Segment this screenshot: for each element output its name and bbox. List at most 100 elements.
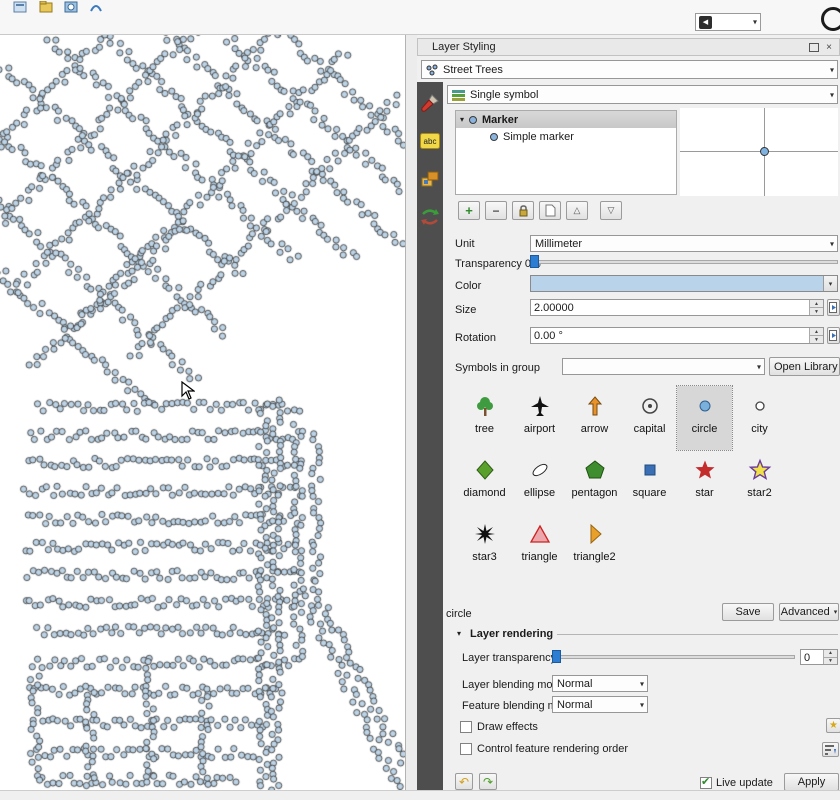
symbol-cell-capital[interactable]: capital (622, 386, 677, 450)
close-panel-icon[interactable]: × (823, 41, 835, 53)
move-down-button[interactable]: ▽ (600, 201, 622, 220)
symbol-label: ellipse (524, 487, 555, 499)
duplicate-symbol-layer-button[interactable] (539, 201, 561, 220)
symbol-label: diamond (463, 487, 505, 499)
transparency-slider[interactable] (530, 254, 838, 270)
styling-tab-strip: abc (417, 82, 443, 790)
symbols-group-combo[interactable]: ▾ (562, 358, 765, 375)
color-menu-arrow[interactable]: ▾ (823, 276, 837, 291)
toolbar-icon-3[interactable] (63, 0, 79, 13)
single-symbol-icon (452, 89, 465, 101)
panel-splitter[interactable] (406, 35, 417, 790)
symbol-cell-triangle[interactable]: triangle (512, 514, 567, 578)
override-icon (829, 302, 838, 313)
unit-combo[interactable]: Millimeter ▾ (530, 235, 838, 252)
symbol-cell-tree[interactable]: tree (457, 386, 512, 450)
spin-down-icon[interactable]: ▼ (810, 308, 823, 315)
symbol-name-label: circle (446, 608, 472, 620)
renderer-combo[interactable]: Single symbol ▾ (447, 85, 838, 104)
size-label: Size (455, 304, 476, 316)
symbol-label: star3 (472, 551, 496, 563)
symbol-label: triangle2 (573, 551, 615, 563)
slider-groove (552, 655, 795, 659)
symbol-cell-ellipse[interactable]: ellipse (512, 450, 567, 514)
symbol-cell-pentagon[interactable]: pentagon (567, 450, 622, 514)
color-button[interactable]: ▾ (530, 275, 838, 292)
tab-history[interactable] (419, 206, 441, 228)
tab-symbology[interactable] (419, 92, 441, 114)
symbol-cell-airport[interactable]: airport (512, 386, 567, 450)
layer-transparency-value: 0 (801, 650, 823, 664)
apply-button[interactable]: Apply (784, 773, 839, 791)
tree-row-simple-marker[interactable]: Simple marker (456, 128, 676, 145)
color-label: Color (455, 280, 481, 292)
symbol-cell-triangle2[interactable]: triangle2 (567, 514, 622, 578)
chevron-down-icon: ▾ (830, 239, 834, 248)
open-library-button[interactable]: Open Library (769, 357, 840, 376)
add-symbol-layer-button[interactable]: + (458, 201, 480, 220)
group-divider (557, 634, 838, 635)
rotation-spinbox[interactable]: 0.00 ° ▲ ▼ (530, 327, 824, 344)
symbol-cell-star2[interactable]: star2 (732, 450, 787, 514)
control-order-checkbox[interactable]: ✔ (460, 743, 472, 755)
live-update-label: Live update (716, 777, 773, 789)
size-spinbox[interactable]: 2.00000 ▲ ▼ (530, 299, 824, 316)
symbol-cell-square[interactable]: square (622, 450, 677, 514)
advanced-button[interactable]: Advanced ▾ (779, 603, 839, 621)
move-up-button[interactable]: △ (566, 201, 588, 220)
tree-row-marker[interactable]: ▾ Marker (456, 111, 676, 128)
symbol-label: capital (634, 423, 666, 435)
spin-down-icon[interactable]: ▼ (824, 658, 837, 665)
layer-transparency-spinbox[interactable]: 0 ▲ ▼ (800, 649, 838, 665)
draw-effects-checkbox[interactable]: ✔ (460, 721, 472, 733)
slider-handle[interactable] (530, 255, 539, 268)
tree-symbol-icon (471, 392, 499, 420)
symbol-cell-star[interactable]: star (677, 450, 732, 514)
toolbar-icon-2[interactable] (38, 0, 54, 13)
live-update-checkbox[interactable]: ✔ (700, 777, 712, 789)
layer-styling-header[interactable]: Layer Styling × (417, 38, 840, 56)
toolbar-tool-combo[interactable]: ◀ ▾ (695, 13, 761, 31)
layer-blending-combo[interactable]: Normal ▾ (552, 675, 648, 692)
define-order-button[interactable] (822, 742, 839, 757)
map-canvas-area[interactable] (0, 35, 406, 790)
symbol-cell-circle[interactable]: circle (677, 386, 732, 450)
layer-blending-label: Layer blending mode (462, 679, 565, 691)
symbol-cell-diamond[interactable]: diamond (457, 450, 512, 514)
symbol-cell-arrow[interactable]: arrow (567, 386, 622, 450)
toolbar-icon-1[interactable] (12, 0, 28, 13)
spin-down-icon[interactable]: ▼ (810, 336, 823, 343)
spin-up-icon[interactable]: ▲ (810, 328, 823, 336)
toolbar-icon-4[interactable] (88, 0, 104, 13)
plus-icon: + (465, 203, 473, 218)
simple-marker-icon (490, 133, 498, 141)
remove-symbol-layer-button[interactable]: − (485, 201, 507, 220)
float-panel-icon[interactable] (808, 41, 820, 53)
spin-up-icon[interactable]: ▲ (824, 650, 837, 658)
size-data-defined-override-button[interactable] (827, 299, 840, 316)
triangle2-symbol-icon (581, 520, 609, 548)
renderer-label: Single symbol (470, 89, 538, 101)
spin-up-icon[interactable]: ▲ (810, 300, 823, 308)
symbol-cell-city[interactable]: city (732, 386, 787, 450)
undo-button[interactable]: ↶ (455, 773, 473, 790)
customize-effects-button[interactable]: ★ (826, 718, 840, 733)
feature-blending-combo[interactable]: Normal ▾ (552, 696, 648, 713)
lock-color-button[interactable] (512, 201, 534, 220)
tab-labels[interactable]: abc (419, 130, 441, 152)
layer-transparency-slider[interactable] (552, 649, 795, 665)
layer-selector-combo[interactable]: Street Trees ▾ (421, 60, 838, 79)
map-canvas[interactable] (0, 35, 405, 790)
slider-handle[interactable] (552, 650, 561, 663)
tab-diagrams[interactable] (419, 168, 441, 190)
symbol-cell-star3[interactable]: star3 (457, 514, 512, 578)
rotation-data-defined-override-button[interactable] (827, 327, 840, 344)
unit-label: Unit (455, 238, 475, 250)
chevron-down-icon: ▾ (753, 18, 757, 27)
magnifier-icon[interactable] (821, 7, 840, 31)
expander-icon[interactable]: ▾ (460, 115, 464, 124)
group-expander-icon[interactable]: ▾ (457, 629, 461, 638)
capital-symbol-icon (636, 392, 664, 420)
redo-button[interactable]: ↷ (479, 773, 497, 790)
save-button[interactable]: Save (722, 603, 774, 621)
